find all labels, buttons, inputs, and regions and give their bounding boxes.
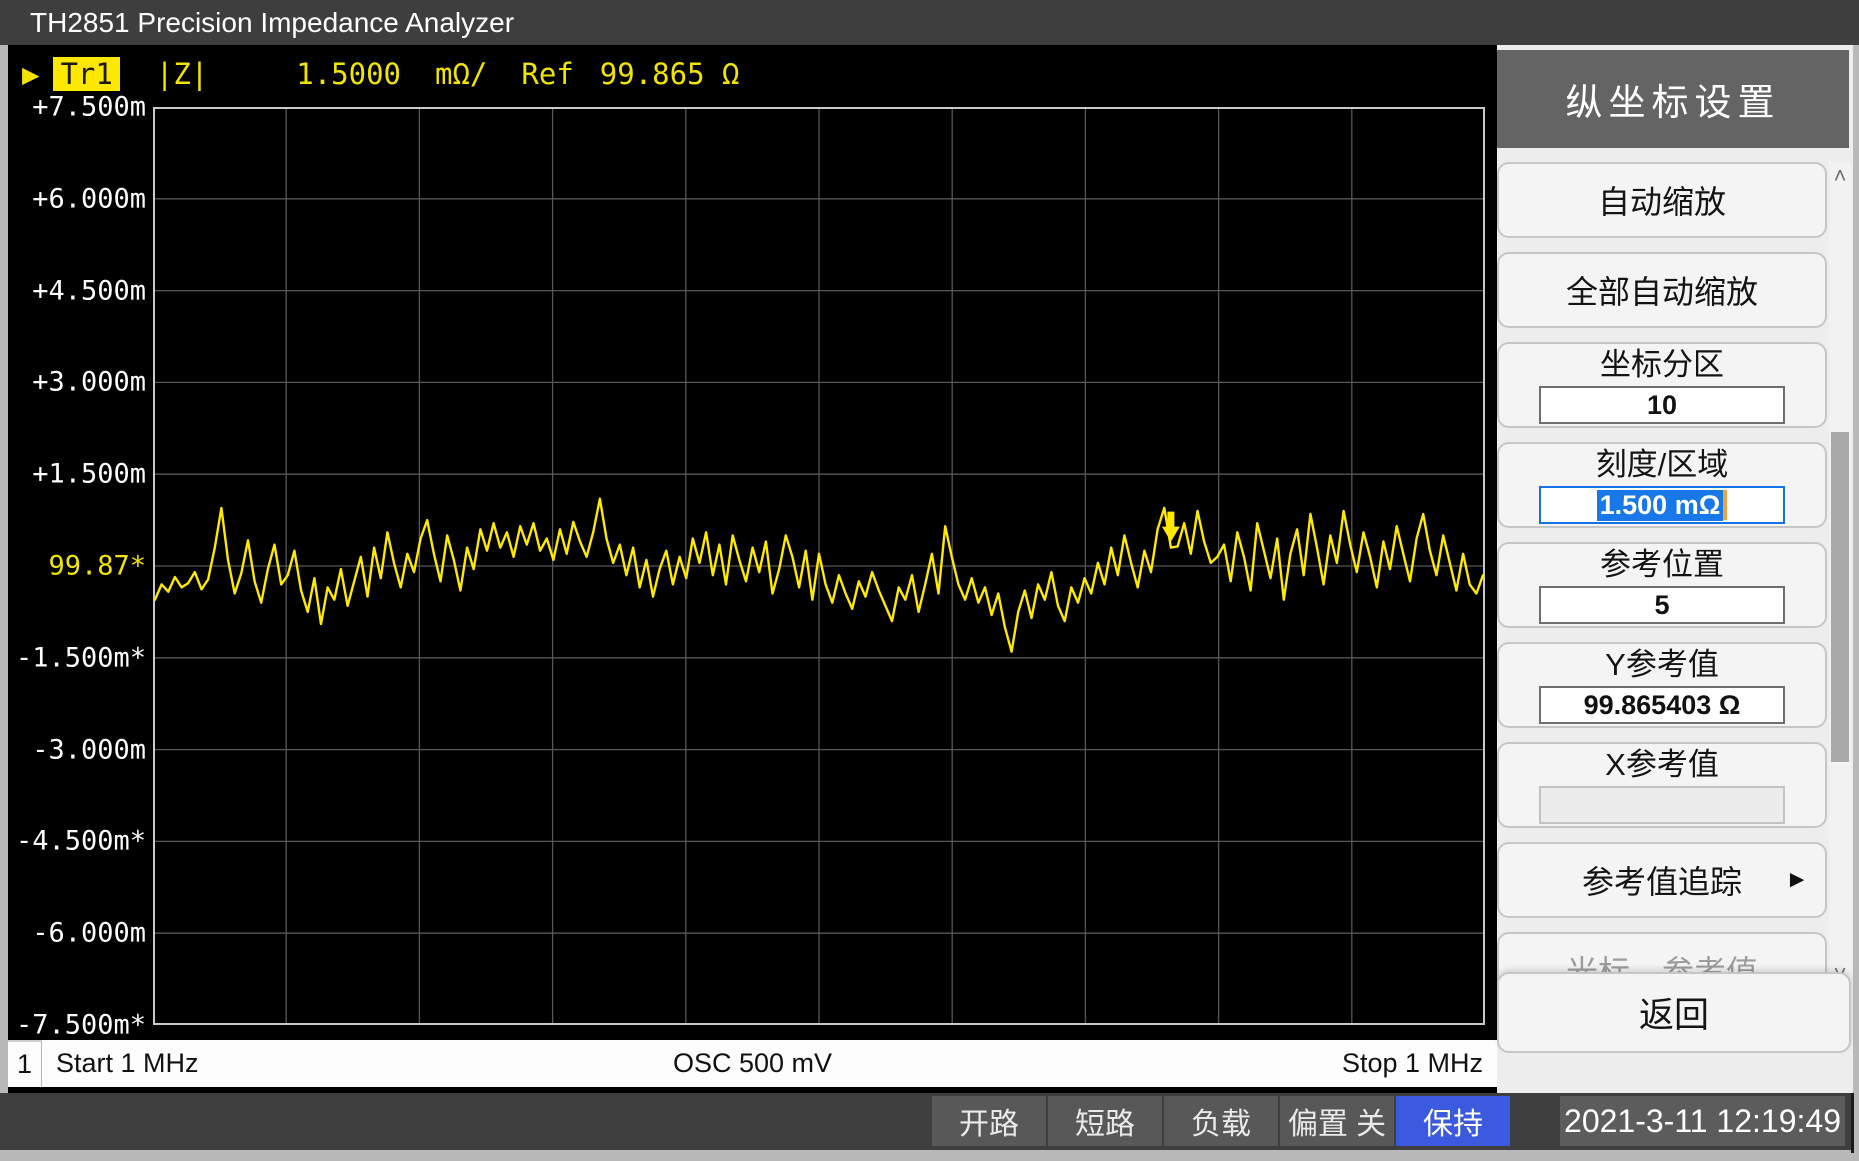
sidebar-item-label: 全部自动缩放 xyxy=(1566,267,1758,313)
title-bar: TH2851 Precision Impedance Analyzer xyxy=(0,0,1859,45)
sweep-start-readout[interactable]: Start 1 MHz xyxy=(56,1048,199,1079)
y-axis-label: 99.87* xyxy=(48,551,146,582)
datetime-display: 2021-3-11 12:19:49 xyxy=(1560,1096,1845,1146)
sidebar-item-reference-position: 参考位置 5 xyxy=(1497,542,1827,628)
y-axis-label: +6.000m xyxy=(32,183,146,214)
trace-scale-value: 1.5000 xyxy=(296,57,401,91)
bottom-status-bar: 开路短路负载偏置 关保持 2021-3-11 12:19:49 xyxy=(0,1093,1851,1150)
trace-ref-value: 99.865 Ω xyxy=(600,57,740,91)
sweep-status-row: 1 Start 1 MHz OSC 500 mV Stop 1 MHz xyxy=(8,1040,1497,1087)
short-correction-button[interactable]: 短路 xyxy=(1048,1096,1162,1146)
sidebar-item-label: 参考值追踪 xyxy=(1582,857,1742,903)
sweep-stop-readout[interactable]: Stop 1 MHz xyxy=(1342,1048,1483,1079)
active-trace-marker-icon: ▶ xyxy=(22,57,39,91)
input-value: 99.865403 Ω xyxy=(1584,690,1741,721)
plot-region xyxy=(153,107,1485,1025)
y-axis-labels: +7.500m+6.000m+4.500m+3.000m+1.500m99.87… xyxy=(8,107,148,1025)
hold-toggle-button[interactable]: 保持 xyxy=(1396,1096,1510,1146)
y-axis-label: -3.000m xyxy=(32,734,146,765)
sidebar-field-label: 参考位置 xyxy=(1600,546,1724,584)
load-correction-button[interactable]: 负载 xyxy=(1164,1096,1278,1146)
sidebar-item-x-reference-value: X参考值 xyxy=(1497,742,1827,828)
y-reference-value-input[interactable]: 99.865403 Ω xyxy=(1539,686,1785,724)
y-axis-label: -4.500m* xyxy=(16,826,146,857)
sidebar-softkey-menu: 纵坐标设置 自动缩放全部自动缩放坐标分区 10 刻度/区域 1.500 mΩ 参考位置 5… xyxy=(1497,45,1853,1093)
sidebar-item-reference-tracking[interactable]: 参考值追踪 ► xyxy=(1497,842,1827,918)
sidebar-field-label: X参考值 xyxy=(1605,746,1719,784)
trace-parameter[interactable]: |Z| xyxy=(156,57,208,91)
y-axis-label: +1.500m xyxy=(32,459,146,490)
open-correction-button[interactable]: 开路 xyxy=(932,1096,1046,1146)
sidebar-item-auto-scale-all[interactable]: 全部自动缩放 xyxy=(1497,252,1827,328)
input-value: 5 xyxy=(1654,590,1669,621)
window-edge-line xyxy=(1851,1093,1854,1153)
trace-scale-unit: mΩ/ xyxy=(435,57,487,91)
reference-position-input[interactable]: 5 xyxy=(1539,586,1785,624)
y-axis-label: -6.000m xyxy=(32,918,146,949)
app-window: TH2851 Precision Impedance Analyzer ▶ Tr… xyxy=(0,0,1859,1161)
sidebar-scrollbar[interactable]: ˄ ˅ xyxy=(1829,162,1851,988)
sidebar-item-scale-per-division: 刻度/区域 1.500 mΩ xyxy=(1497,442,1827,528)
grid-divisions-input[interactable]: 10 xyxy=(1539,386,1785,424)
window-title: TH2851 Precision Impedance Analyzer xyxy=(30,7,514,38)
selected-input-text: 1.500 mΩ xyxy=(1597,490,1724,521)
back-button[interactable]: 返回 xyxy=(1497,972,1851,1053)
sidebar-item-y-reference-value: Y参考值 99.865403 Ω xyxy=(1497,642,1827,728)
bottom-bar-buttons: 开路短路负载偏置 关保持 xyxy=(932,1096,1510,1146)
sidebar-title: 纵坐标设置 xyxy=(1497,50,1849,148)
scrollbar-thumb[interactable] xyxy=(1831,432,1849,762)
y-axis-label: +3.000m xyxy=(32,367,146,398)
scrollbar-up-icon[interactable]: ˄ xyxy=(1829,162,1851,190)
y-axis-label: -1.500m* xyxy=(16,642,146,673)
sidebar-items: 自动缩放全部自动缩放坐标分区 10 刻度/区域 1.500 mΩ 参考位置 5 Y参考值 99… xyxy=(1497,162,1827,1002)
trace-name-badge[interactable]: Tr1 xyxy=(53,57,119,91)
sidebar-field-label: 坐标分区 xyxy=(1600,346,1724,384)
bias-toggle-button[interactable]: 偏置 关 xyxy=(1280,1096,1394,1146)
sidebar-field-label: Y参考值 xyxy=(1605,646,1719,684)
sidebar-scroll-viewport: 自动缩放全部自动缩放坐标分区 10 刻度/区域 1.500 mΩ 参考位置 5 Y参考值 99… xyxy=(1497,162,1827,1002)
x-reference-value-input xyxy=(1539,786,1785,824)
sidebar-item-grid-divisions: 坐标分区 10 xyxy=(1497,342,1827,428)
y-axis-label: -7.500m* xyxy=(16,1010,146,1041)
text-caret xyxy=(1723,490,1727,520)
submenu-arrow-icon: ► xyxy=(1785,866,1809,894)
osc-level-readout[interactable]: OSC 500 mV xyxy=(8,1048,1497,1079)
y-axis-label: +7.500m xyxy=(32,92,146,123)
scale-per-division-input[interactable]: 1.500 mΩ xyxy=(1539,486,1785,524)
sidebar-field-label: 刻度/区域 xyxy=(1596,446,1729,484)
sidebar-item-auto-scale[interactable]: 自动缩放 xyxy=(1497,162,1827,238)
trace-plot xyxy=(153,107,1485,1025)
input-value: 10 xyxy=(1647,390,1677,421)
sidebar-item-label: 自动缩放 xyxy=(1598,177,1726,223)
channel-number: 1 xyxy=(8,1040,42,1087)
y-axis-label: +4.500m xyxy=(32,275,146,306)
trace-ref-label: Ref xyxy=(521,57,573,91)
plot-panel: ▶ Tr1 |Z| 1.5000 mΩ/ Ref 99.865 Ω +7.500… xyxy=(8,45,1497,1093)
